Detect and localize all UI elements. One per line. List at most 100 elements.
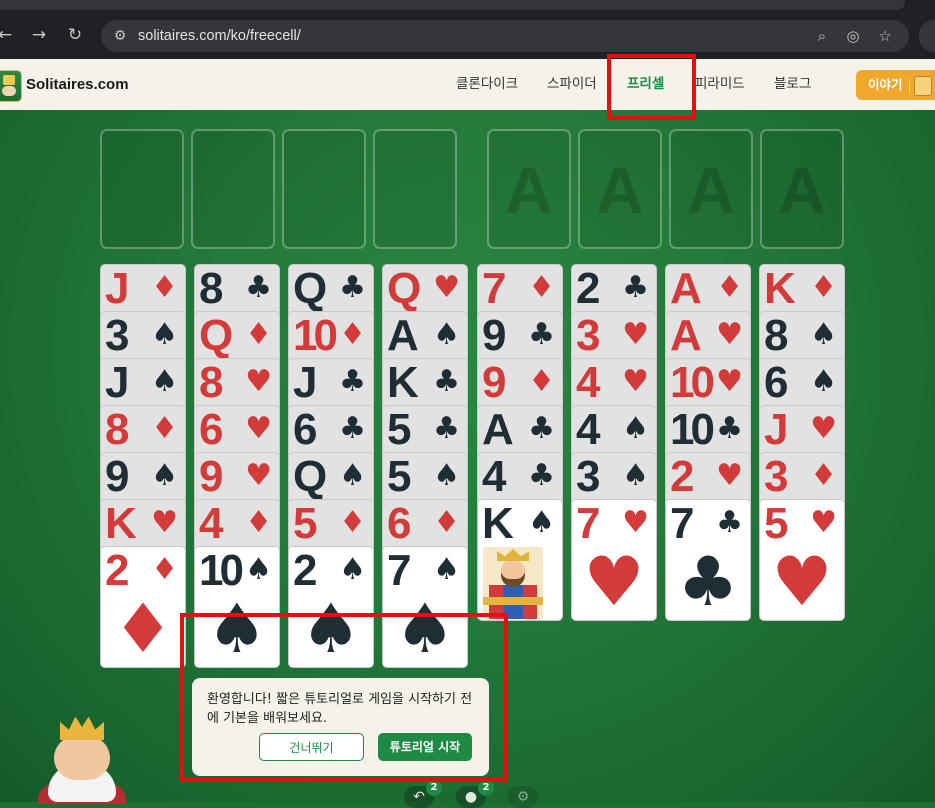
card-suit-icon: ♣ [339,411,366,446]
card-rank: Q [293,452,327,501]
card-suit-icon: ♣ [433,364,460,399]
foundation-slot[interactable]: A [578,129,662,249]
card-center-suit-icon: ♥ [583,543,645,621]
card-rank: 2 [670,452,695,501]
card-suit-icon: ♥ [622,505,649,540]
card-rank: 5 [387,452,412,501]
settings-icon[interactable]: ⚙ [508,786,538,808]
card-rank: 9 [199,452,224,501]
card-suit-icon: ♠ [339,458,366,493]
nav-klondike[interactable]: 클론다이크 [456,59,518,110]
card-suit-icon: ♦ [528,364,555,399]
hint-icon[interactable]: ● 2 [456,780,494,808]
card-rank: 8 [199,264,224,313]
card-rank: 3 [576,311,601,360]
card-rank: A [482,405,514,454]
card-suit-icon: ♠ [151,317,178,352]
forward-icon[interactable]: → [26,22,52,48]
card-suit-icon: ♠ [622,458,649,493]
card-suit-icon: ♣ [339,364,366,399]
foundation-slot[interactable]: A [760,129,844,249]
browser-tab[interactable] [0,0,905,10]
card-rank: 7 [576,499,601,548]
card-suit-icon: ♥ [716,364,743,399]
freecell-slot[interactable] [100,129,184,249]
card-rank: Q [293,264,327,313]
nav-pyramid[interactable]: 피라미드 [695,59,745,110]
card-suit-icon: ♠ [433,552,460,587]
card-suit-icon: ♥ [433,270,460,305]
card-rank: 9 [482,311,507,360]
card-suit-icon: ♥ [245,458,272,493]
foundation-slot[interactable]: A [669,129,753,249]
address-url[interactable]: solitaires.com/ko/freecell/ [138,20,301,52]
site-logo-text[interactable]: Solitaires.com [26,59,129,110]
playing-card[interactable]: 7 ♣ ♣ [665,499,751,621]
skip-tutorial-button[interactable]: 건너뛰기 [259,733,364,761]
card-suit-icon: ♠ [151,458,178,493]
card-suit-icon: ♦ [151,270,178,305]
undo-icon[interactable]: ↶ 2 [404,780,442,808]
card-suit-icon: ♣ [433,411,460,446]
nav-freecell[interactable]: 프리셀 [627,59,664,110]
card-suit-icon: ♦ [245,505,272,540]
card-suit-icon: ♣ [245,270,272,305]
card-rank: 3 [764,452,789,501]
card-suit-icon: ♥ [716,317,743,352]
playing-card[interactable]: 2 ♠ ♠ [288,546,374,668]
freecell-slot[interactable] [373,129,457,249]
card-rank: 10 [293,311,338,360]
card-rank: 9 [482,358,507,407]
nav-blog[interactable]: 블로그 [774,59,811,110]
card-rank: K [387,358,419,407]
card-rank: K [105,499,137,548]
card-rank: 6 [293,405,318,454]
card-rank: 8 [105,405,130,454]
profile-button[interactable] [919,20,935,52]
card-center-suit-icon: ♦ [112,590,174,668]
playing-card[interactable]: 2 ♦ ♦ [100,546,186,668]
card-rank: 10 [670,358,715,407]
card-rank: 5 [764,499,789,548]
card-suit-icon: ♠ [810,364,837,399]
card-rank: 9 [105,452,130,501]
playing-card[interactable]: 5 ♥ ♥ [759,499,845,621]
card-suit-icon: ♠ [528,505,555,540]
foundation-slot[interactable]: A [487,129,571,249]
card-suit-icon: ♦ [245,317,272,352]
back-icon[interactable]: ← [0,22,18,48]
story-button[interactable]: 이야기 [856,70,935,100]
playing-card[interactable]: 7 ♠ ♠ [382,546,468,668]
undo-count-badge: 2 [426,780,442,796]
card-rank: 6 [764,358,789,407]
bookmark-star-icon[interactable]: ☆ [874,25,896,47]
zoom-icon[interactable]: ⌕ [811,25,833,47]
playing-card[interactable]: 7 ♥ ♥ [571,499,657,621]
freecell-slot[interactable] [282,129,366,249]
card-suit-icon: ♥ [245,364,272,399]
king-face-illustration [483,547,543,619]
freecell-slot[interactable] [191,129,275,249]
card-rank: J [105,358,130,407]
card-center-suit-icon: ♥ [771,543,833,621]
reload-icon[interactable]: ↻ [62,22,88,48]
playing-card[interactable]: 10 ♠ ♠ [194,546,280,668]
card-rank: K [482,499,514,548]
card-rank: 8 [199,358,224,407]
start-tutorial-button[interactable]: 튜토리얼 시작 [378,733,472,761]
site-settings-icon[interactable]: ⚙ [110,25,130,47]
card-rank: 10 [670,405,715,454]
logo-icon[interactable] [0,70,22,102]
card-suit-icon: ♠ [151,364,178,399]
nav-spider[interactable]: 스파이더 [547,59,597,110]
card-rank: 4 [576,358,601,407]
tracking-eye-icon[interactable]: ◎ [842,25,864,47]
book-icon [909,76,932,96]
card-suit-icon: ♥ [622,317,649,352]
address-bar[interactable]: ⚙ solitaires.com/ko/freecell/ ⌕ ◎ ☆ [101,20,909,52]
card-rank: 10 [199,546,244,595]
card-rank: 7 [670,499,695,548]
card-rank: 5 [293,499,318,548]
playing-card[interactable]: K ♠ [477,499,563,621]
card-suit-icon: ♥ [245,411,272,446]
